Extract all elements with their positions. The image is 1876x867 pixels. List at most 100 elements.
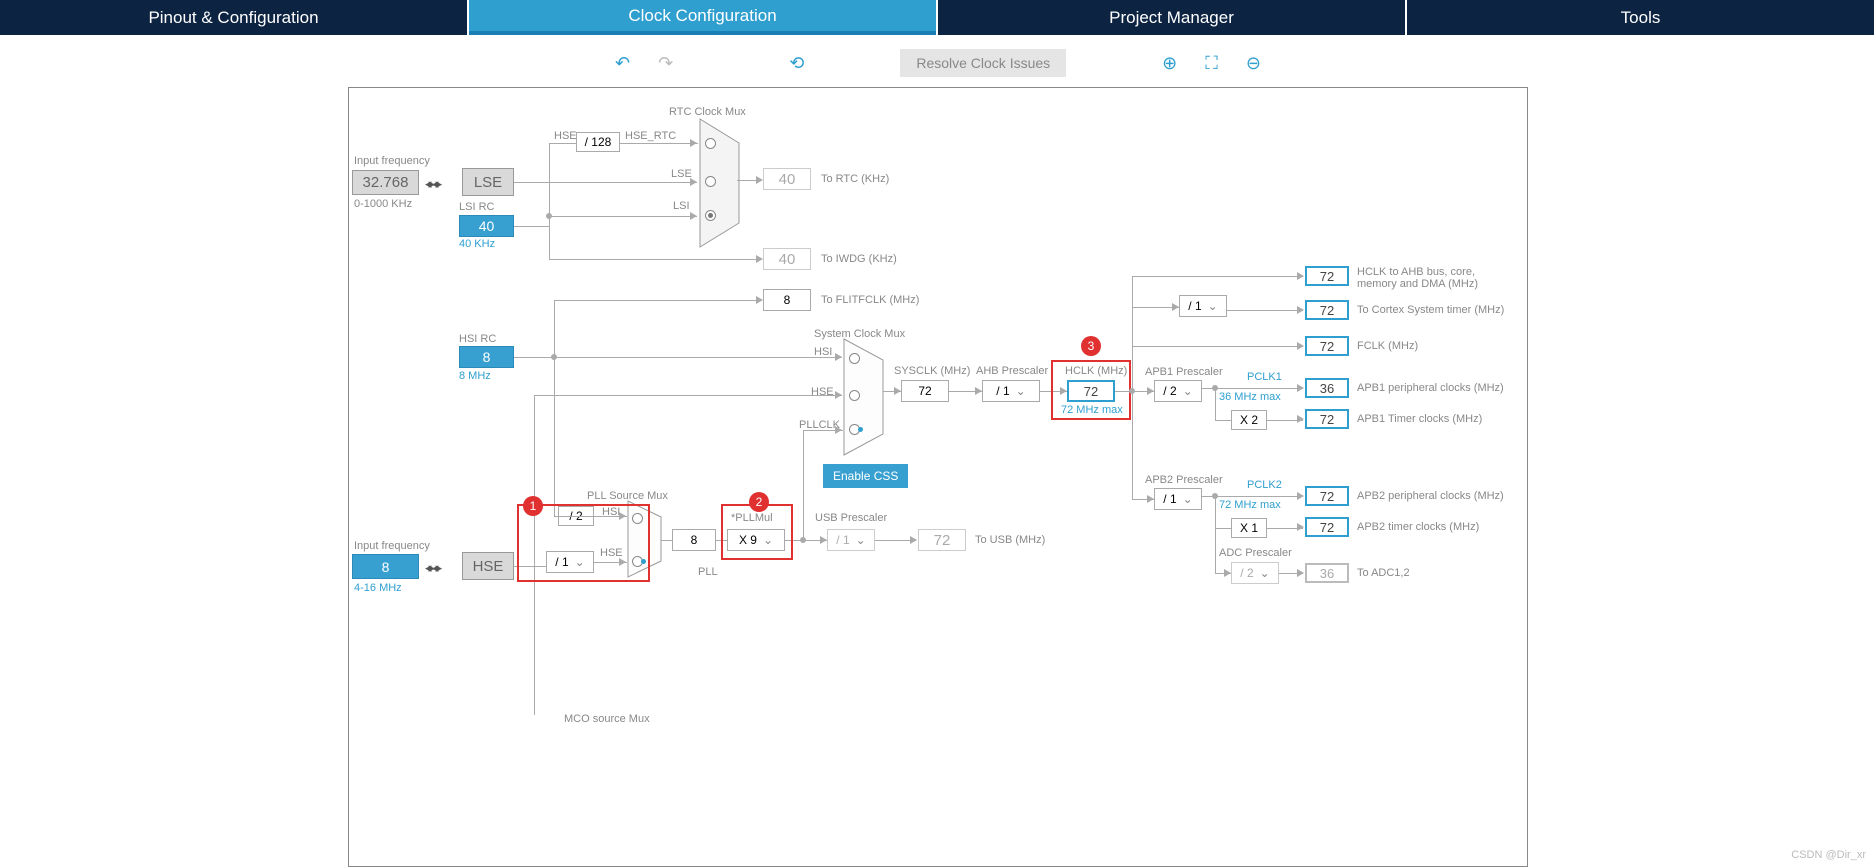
wire — [549, 259, 761, 260]
hse-connector-icon: ◂▸◂▸ — [425, 560, 439, 576]
arrow-icon — [1297, 306, 1304, 314]
rtc-out-label: To RTC (KHz) — [821, 173, 889, 185]
rtc-radio-lsi[interactable] — [705, 210, 716, 221]
hclk-value[interactable]: 72 — [1067, 380, 1115, 402]
arrow-icon — [1297, 384, 1304, 392]
wire — [1132, 276, 1303, 277]
flitf-out-value: 8 — [763, 289, 811, 311]
zoom-in-icon[interactable]: ⊕ — [1162, 53, 1177, 74]
arrow-icon — [835, 353, 842, 361]
wire — [554, 300, 555, 516]
hse-freq-value[interactable]: 8 — [352, 554, 419, 579]
reset-icon[interactable]: ⟲ — [789, 53, 804, 74]
arrow-icon — [756, 255, 763, 263]
pll-label: PLL — [698, 566, 718, 578]
hse-block: HSE — [462, 552, 514, 580]
rtc-radio-lse[interactable] — [705, 176, 716, 187]
tab-tools[interactable]: Tools — [1407, 0, 1874, 35]
wire — [620, 143, 698, 144]
arrow-icon — [756, 176, 763, 184]
adc-prescaler-select[interactable]: / 2 — [1231, 562, 1279, 584]
pll-radio-hsi[interactable] — [632, 513, 643, 524]
zoom-out-icon[interactable]: ⊖ — [1246, 53, 1261, 74]
arrow-icon — [690, 212, 697, 220]
apb1-timer-value: 72 — [1305, 409, 1349, 429]
apb1-mul: X 2 — [1231, 410, 1267, 430]
rtc-lsi-sig: LSI — [673, 200, 690, 212]
arrow-icon — [690, 178, 697, 186]
lse-freq-value[interactable]: 32.768 — [352, 170, 419, 195]
resolve-clock-issues-button[interactable]: Resolve Clock Issues — [900, 49, 1066, 77]
zoom-fit-icon[interactable]: ⛶ — [1205, 53, 1218, 74]
wire — [1215, 496, 1216, 573]
wire — [514, 182, 697, 183]
lsi-sub-label: 40 KHz — [459, 238, 495, 250]
mco-label: MCO source Mux — [564, 713, 650, 725]
wire — [803, 430, 804, 540]
pll-radio-hse[interactable] — [632, 556, 643, 567]
wire — [534, 395, 842, 396]
adc-out-value: 36 — [1305, 563, 1349, 583]
arrow-icon — [1297, 523, 1304, 531]
wire — [554, 516, 627, 517]
wire — [1132, 346, 1303, 347]
arrow-icon — [1172, 303, 1179, 311]
pll-hse-div-select[interactable]: / 1 — [546, 551, 594, 573]
arrow-icon — [1147, 495, 1154, 503]
toolbar: ↶ ↷ ⟲ Resolve Clock Issues ⊕ ⛶ ⊖ — [0, 43, 1876, 83]
cortex-prescaler-select[interactable]: / 1 — [1179, 295, 1227, 317]
clock-diagram-canvas[interactable]: Input frequency 32.768 0-1000 KHz LSE ◂▸… — [348, 87, 1528, 867]
pllmul-label: *PLLMul — [731, 512, 773, 524]
wire — [514, 357, 554, 358]
lse-range-label: 0-1000 KHz — [354, 198, 412, 210]
apb1-periph-label: APB1 peripheral clocks (MHz) — [1357, 382, 1504, 394]
arrow-icon — [1297, 415, 1304, 423]
arrow-icon — [835, 426, 842, 434]
arrow-icon — [975, 387, 982, 395]
rtc-hse-sig: HSE — [554, 130, 577, 142]
annotation-dot-3: 3 — [1081, 336, 1101, 356]
apb2-max: 72 MHz max — [1219, 499, 1281, 511]
annotation-dot-2: 2 — [749, 492, 769, 512]
out-fclk-label: FCLK (MHz) — [1357, 340, 1418, 352]
adc-label: ADC Prescaler — [1219, 547, 1292, 559]
out-cortex-value: 72 — [1305, 300, 1349, 320]
sysmux-radio-hsi[interactable] — [849, 353, 860, 364]
arrow-icon — [1060, 387, 1067, 395]
redo-icon[interactable]: ↷ — [658, 53, 673, 74]
apb2-mul: X 1 — [1231, 518, 1267, 538]
rtc-radio-hse[interactable] — [705, 138, 716, 149]
arrow-icon — [619, 558, 626, 566]
arrow-icon — [835, 391, 842, 399]
lse-block: LSE — [462, 168, 514, 196]
enable-css-button[interactable]: Enable CSS — [823, 464, 908, 488]
rtc-div128: / 128 — [576, 132, 620, 152]
node-icon — [800, 537, 806, 543]
arrow-icon — [756, 296, 763, 304]
apb1-periph-value: 36 — [1305, 378, 1349, 398]
pllmul-select[interactable]: X 9 — [727, 529, 785, 551]
wire — [1215, 388, 1216, 420]
sysmux-hse: HSE — [811, 386, 834, 398]
sysclk-label: SYSCLK (MHz) — [894, 365, 970, 377]
tab-pinout[interactable]: Pinout & Configuration — [0, 0, 467, 35]
ahb-prescaler-select[interactable]: / 1 — [982, 380, 1040, 402]
apb1-prescaler-select[interactable]: / 2 — [1154, 380, 1202, 402]
arrow-icon — [1147, 387, 1154, 395]
wire — [554, 357, 842, 358]
hsi-rc-label: HSI RC — [459, 333, 496, 345]
tab-project[interactable]: Project Manager — [938, 0, 1405, 35]
wire — [549, 216, 697, 217]
wire — [554, 300, 761, 301]
apb2-prescaler-select[interactable]: / 1 — [1154, 488, 1202, 510]
usb-prescaler-select[interactable]: / 1 — [827, 529, 875, 551]
out-hclk-ahb-value: 72 — [1305, 266, 1349, 286]
sysmux-radio-hse[interactable] — [849, 390, 860, 401]
tab-clock[interactable]: Clock Configuration — [469, 0, 936, 35]
sysmux-radio-pllclk[interactable] — [849, 424, 860, 435]
arrow-icon — [619, 512, 626, 520]
rtc-hsertc-sig: HSE_RTC — [625, 130, 676, 142]
iwdg-out-value: 40 — [763, 248, 811, 270]
rtc-mux-title: RTC Clock Mux — [669, 106, 746, 118]
undo-icon[interactable]: ↶ — [615, 53, 630, 74]
